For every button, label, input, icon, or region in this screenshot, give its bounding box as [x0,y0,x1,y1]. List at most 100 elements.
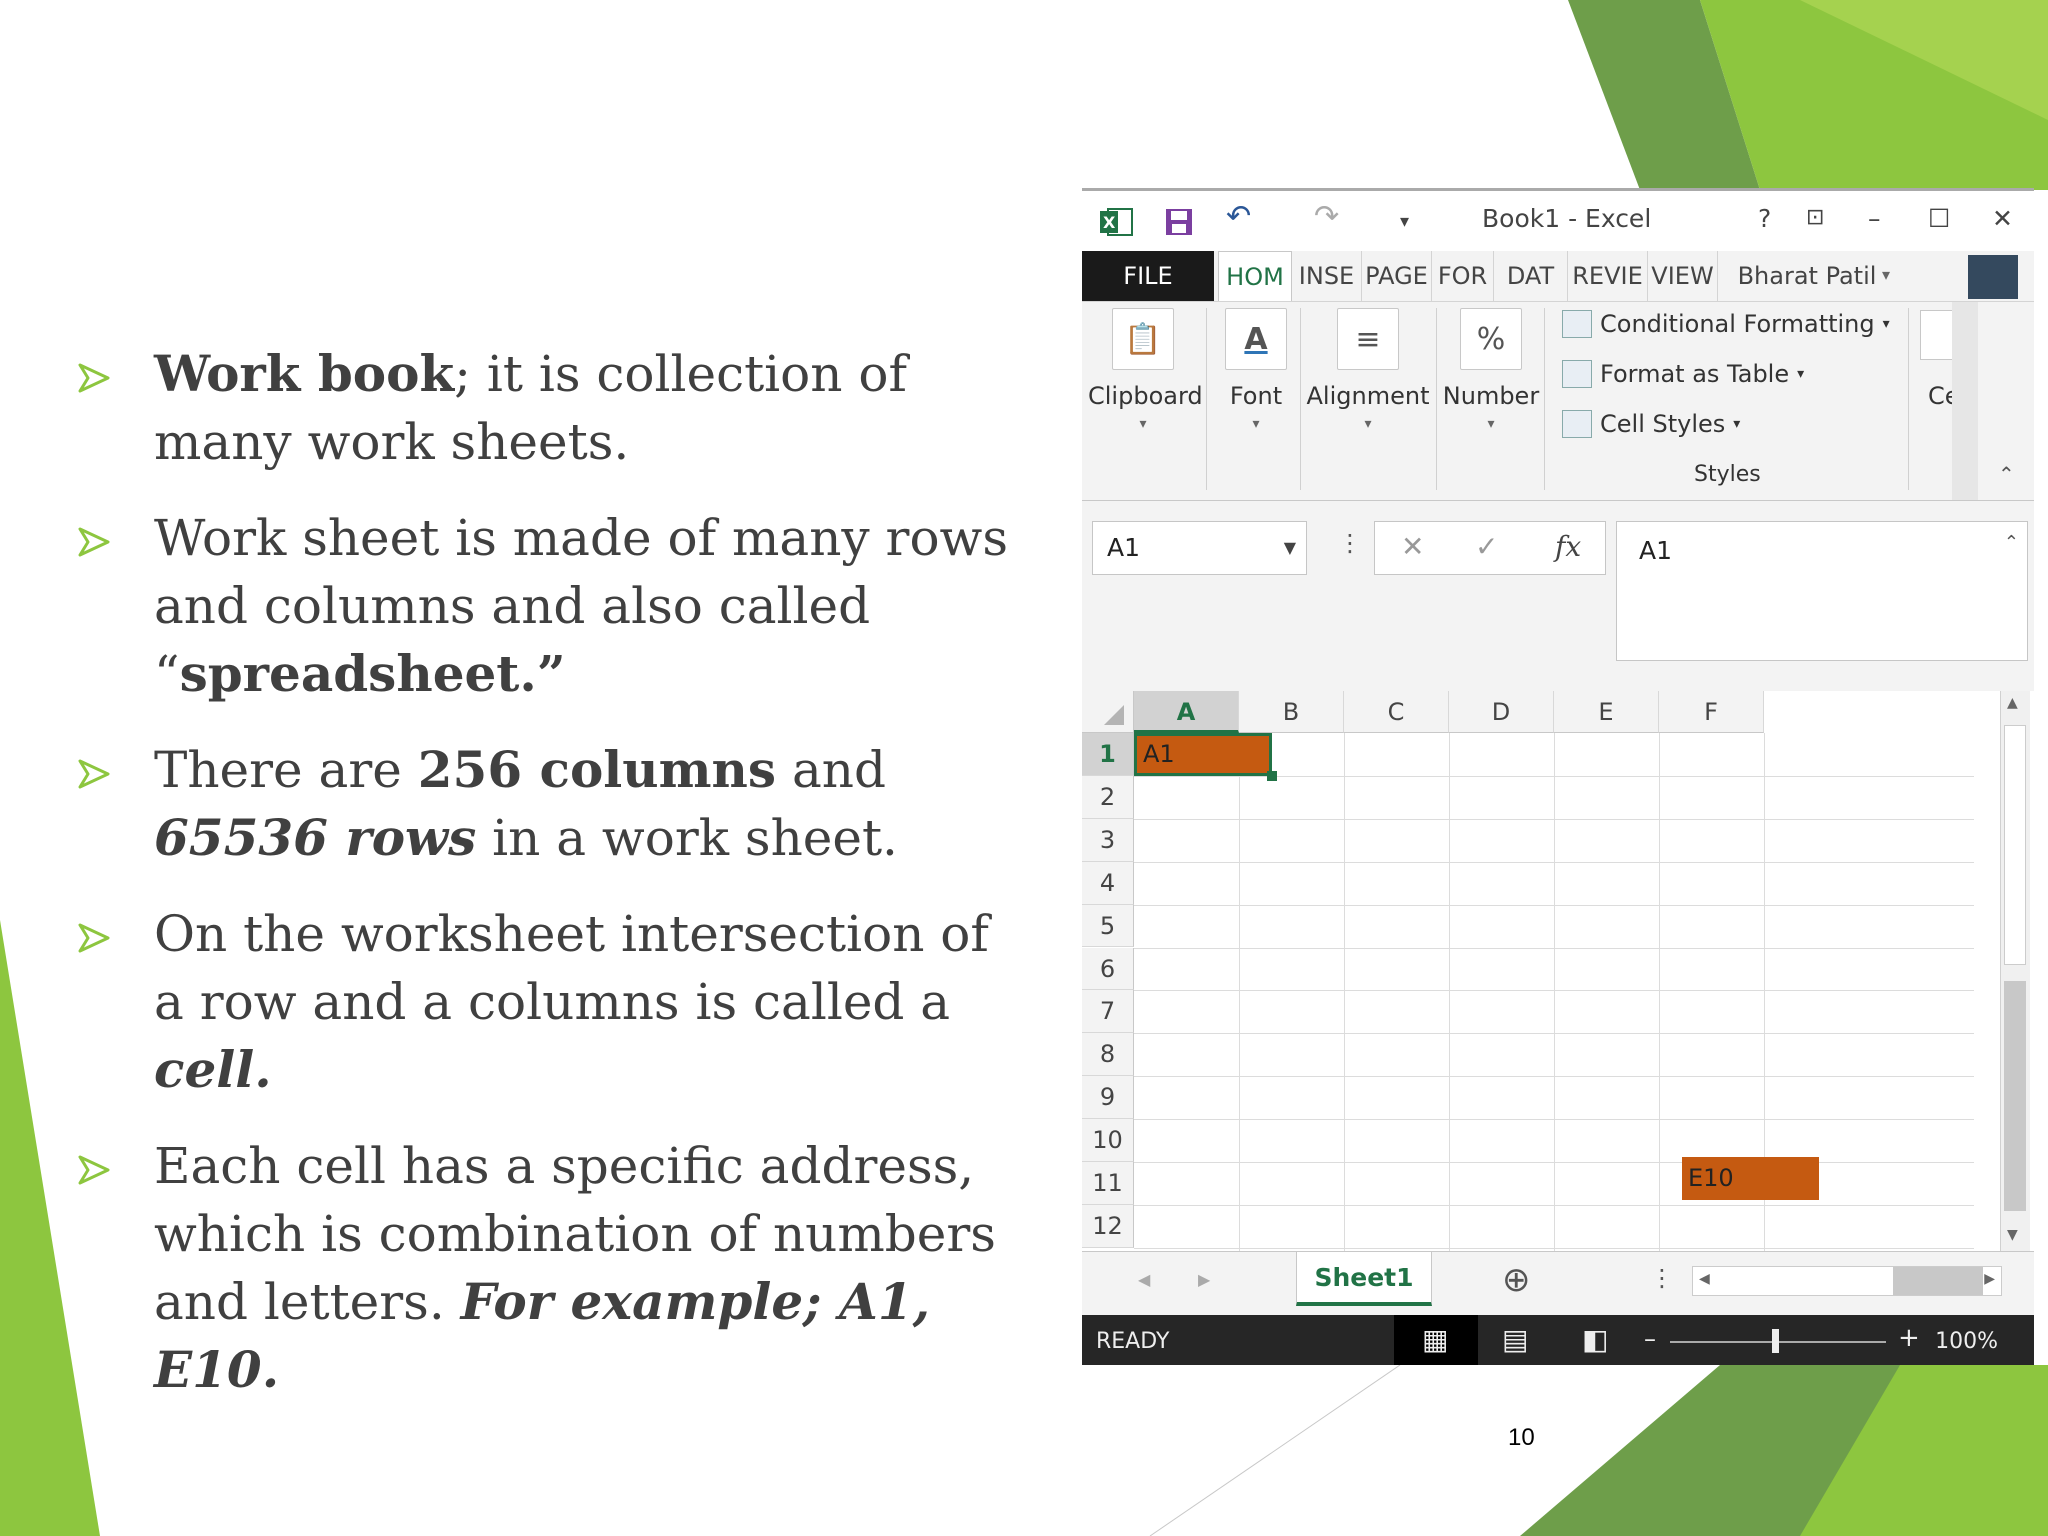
cells-icon[interactable] [1920,310,1956,360]
alignment-group[interactable]: ≡ Alignment ▾ [1304,308,1432,432]
tab-formulas[interactable]: FOR [1432,251,1494,301]
sheet-tab-sheet1[interactable]: Sheet1 [1296,1252,1432,1306]
normal-view-button[interactable]: ▦ [1394,1315,1478,1365]
scroll-down-icon[interactable]: ▼ [2007,1227,2018,1243]
prev-sheet-icon[interactable]: ◀ [1138,1270,1150,1289]
clipboard-icon: 📋 [1112,308,1174,370]
column-header[interactable]: A [1134,691,1239,733]
ribbon-divider [1436,308,1437,490]
scroll-left-icon[interactable]: ◀ [1699,1271,1710,1287]
enter-icon[interactable]: ✓ [1475,530,1498,563]
column-header[interactable]: B [1239,691,1344,733]
vertical-scrollbar[interactable]: ▲ ▼ [2000,691,2030,1251]
tab-home[interactable]: HOM [1218,251,1292,301]
bullet-text: and [776,741,886,799]
horizontal-scrollbar[interactable]: ◀ ▶ [1692,1266,2002,1296]
save-icon[interactable] [1164,207,1194,237]
gridline [1449,733,1450,1251]
user-dropdown-icon[interactable]: ▾ [1882,265,1890,284]
column-header[interactable]: C [1344,691,1449,733]
row-header[interactable]: 12 [1082,1204,1134,1248]
zoom-level[interactable]: 100% [1935,1329,1998,1354]
more-options-icon[interactable]: ⋮ [1338,529,1362,557]
zoom-slider-thumb[interactable] [1772,1329,1779,1353]
tab-review[interactable]: REVIE [1568,251,1648,301]
row-header[interactable]: 9 [1082,1076,1134,1120]
tab-view[interactable]: VIEW [1648,251,1718,301]
worksheet-grid: ABCDEF 1 2 3 4 5 6 7 8 9 10 11 12 A1 E10 ▲ ▼ [1082,691,2034,1251]
select-all-corner[interactable] [1082,691,1134,733]
name-box[interactable]: A1 ▼ [1092,521,1307,575]
collapse-ribbon-icon[interactable]: ⌃ [1998,462,2015,486]
row-header[interactable]: 11 [1082,1162,1134,1205]
formula-input[interactable]: A1 ⌃ [1616,521,2028,661]
maximize-icon[interactable]: ☐ [1928,204,1950,233]
scroll-thumb[interactable] [2004,725,2026,965]
close-icon[interactable]: ✕ [1992,204,2013,233]
font-icon: A [1225,308,1287,370]
zoom-out-icon[interactable]: – [1644,1325,1656,1353]
tab-page-layout[interactable]: PAGE [1362,251,1432,301]
page-layout-view-icon[interactable]: ▤ [1502,1323,1528,1356]
ribbon-scroll[interactable] [1952,302,1978,500]
format-as-table-button[interactable]: Format as Table ▾ [1562,360,1804,388]
fill-handle[interactable] [1267,771,1277,781]
more-options-icon[interactable]: ⋮ [1650,1264,1674,1292]
tab-data[interactable]: DAT [1494,251,1568,301]
gridline [1134,1076,1974,1078]
cell-e10[interactable]: E10 [1682,1157,1819,1200]
number-group[interactable]: % Number ▾ [1440,308,1542,432]
collapse-formula-icon[interactable]: ⌃ [2004,532,2019,553]
ribbon-divider [1544,308,1545,490]
number-label: Number [1442,382,1540,410]
tab-file[interactable]: FILE [1082,251,1214,301]
alignment-icon: ≡ [1337,308,1399,370]
scroll-thumb[interactable] [1893,1267,1983,1295]
minimize-icon[interactable]: – [1868,204,1881,233]
column-header[interactable]: D [1449,691,1554,733]
column-header[interactable]: F [1659,691,1764,733]
undo-icon[interactable]: ↶ [1226,199,1251,234]
row-header[interactable]: 4 [1082,861,1134,905]
chevron-down-icon: ▾ [1487,416,1495,432]
bullet-text: cell. [154,1040,272,1099]
cancel-icon[interactable]: ✕ [1401,530,1424,563]
avatar[interactable] [1968,255,2018,299]
row-header[interactable]: 8 [1082,1033,1134,1077]
row-header[interactable]: 5 [1082,904,1134,948]
conditional-formatting-button[interactable]: Conditional Formatting ▾ [1562,310,1890,338]
cell-a1[interactable]: A1 [1134,733,1272,776]
cell-styles-icon [1562,410,1592,438]
gridline [1134,1033,1974,1035]
arrow-bullet-icon [78,527,110,557]
row-header[interactable]: 2 [1082,775,1134,819]
cell-styles-button[interactable]: Cell Styles ▾ [1562,410,1740,438]
user-account[interactable]: Bharat Patil [1732,251,1882,301]
help-button[interactable]: ? [1758,204,1771,233]
row-header[interactable]: 6 [1082,947,1134,991]
next-sheet-icon[interactable]: ▶ [1198,1270,1210,1289]
clipboard-group[interactable]: 📋 Clipboard ▾ [1088,308,1203,432]
status-text: READY [1096,1329,1170,1354]
row-header[interactable]: 1 [1082,733,1134,776]
insert-function-icon[interactable]: fx [1555,530,1581,563]
row-header[interactable]: 3 [1082,818,1134,862]
page-break-view-icon[interactable]: ◧ [1582,1323,1608,1356]
page-number: 10 [1508,1424,1535,1451]
column-header[interactable]: E [1554,691,1659,733]
conditional-formatting-label: Conditional Formatting [1600,310,1875,338]
zoom-in-icon[interactable]: + [1898,1323,1920,1353]
bullet-text: spreadsheet.” [179,644,566,703]
font-label: Font [1229,382,1283,410]
row-header[interactable]: 7 [1082,990,1134,1034]
scroll-right-icon[interactable]: ▶ [1984,1271,1995,1287]
tab-insert[interactable]: INSE [1292,251,1362,301]
scroll-up-icon[interactable]: ▲ [2007,695,2018,711]
quick-access-dropdown-icon[interactable]: ▾ [1400,211,1409,232]
format-as-table-label: Format as Table [1600,360,1790,388]
ribbon-display-icon[interactable]: ⊡ [1806,205,1824,230]
row-header[interactable]: 10 [1082,1119,1134,1162]
redo-icon[interactable]: ↷ [1314,199,1339,234]
add-sheet-icon[interactable]: ⊕ [1502,1260,1531,1300]
font-group[interactable]: A Font ▾ [1210,308,1302,432]
